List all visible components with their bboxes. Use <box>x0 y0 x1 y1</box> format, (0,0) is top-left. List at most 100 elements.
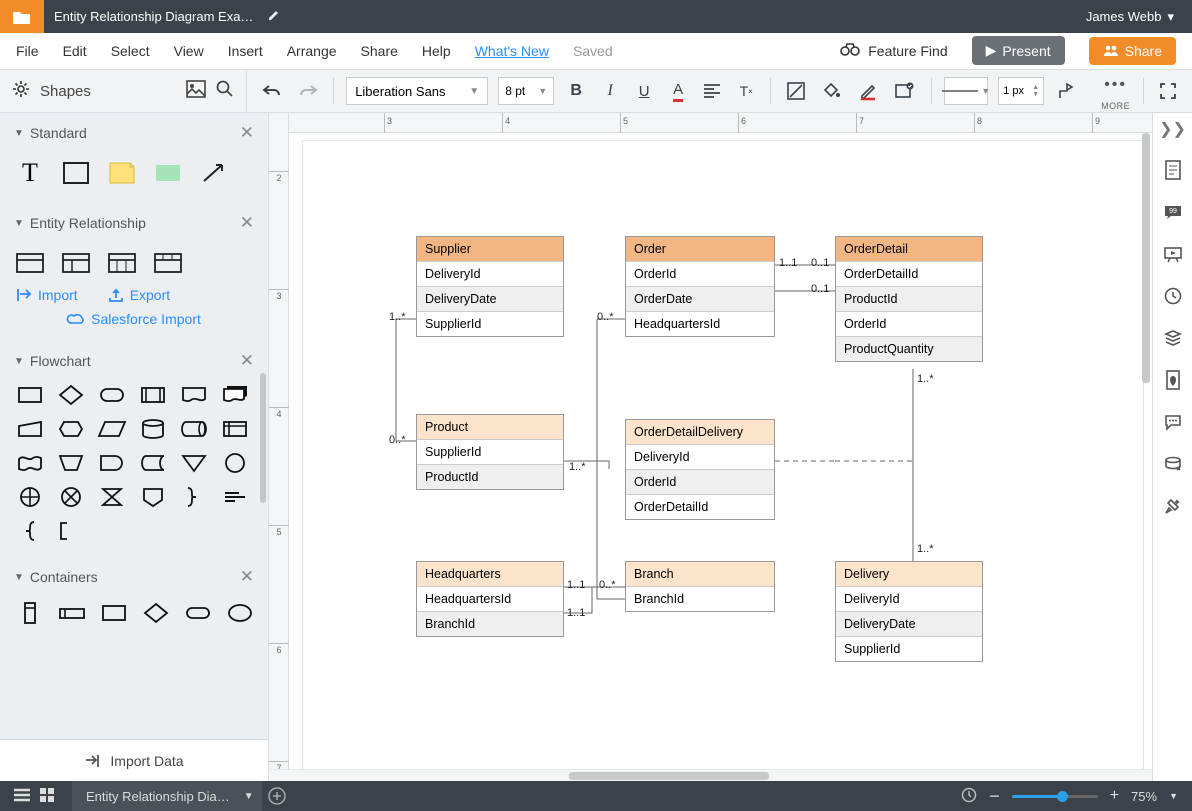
fc-stored-data[interactable] <box>139 451 167 475</box>
fc-manual-op[interactable] <box>57 451 85 475</box>
collapse-right-icon[interactable]: ❯❯ <box>1159 119 1186 139</box>
fullscreen-button[interactable] <box>1156 77 1180 105</box>
fc-manual-input[interactable] <box>16 417 44 441</box>
container-swimlane-h[interactable] <box>58 601 86 625</box>
share-button[interactable]: Share <box>1089 37 1176 65</box>
container-swimlane-v[interactable] <box>16 601 44 625</box>
block-shape[interactable] <box>154 161 182 185</box>
shapes-settings-icon[interactable] <box>12 80 30 103</box>
history-icon[interactable] <box>1162 285 1184 307</box>
er-table-3col[interactable] <box>108 251 136 275</box>
note-shape[interactable] <box>108 161 136 185</box>
menu-edit[interactable]: Edit <box>63 43 87 59</box>
fc-brace-left[interactable] <box>16 519 44 543</box>
menu-file[interactable]: File <box>16 43 39 59</box>
chat-icon[interactable] <box>1162 411 1184 433</box>
data-linking-icon[interactable] <box>1162 453 1184 475</box>
actions-icon[interactable] <box>1162 495 1184 517</box>
section-containers[interactable]: ▼ Containers ✕ <box>0 557 268 597</box>
er-export-link[interactable]: Export <box>108 287 170 303</box>
user-menu[interactable]: James Webb ▾ <box>1086 9 1192 25</box>
entity-supplier[interactable]: Supplier DeliveryId DeliveryDate Supplie… <box>416 236 564 337</box>
presentation-icon[interactable] <box>1162 243 1184 265</box>
present-button[interactable]: ▶ Present <box>972 36 1065 65</box>
container-pill[interactable] <box>184 601 212 625</box>
fc-internal-storage[interactable] <box>221 417 249 441</box>
add-page-button[interactable] <box>262 787 292 805</box>
container-rect[interactable] <box>100 601 128 625</box>
clear-format-button[interactable]: T× <box>734 77 758 105</box>
menu-insert[interactable]: Insert <box>228 43 263 59</box>
fc-connector[interactable] <box>221 451 249 475</box>
master-pages-icon[interactable] <box>1162 369 1184 391</box>
text-color-button[interactable]: A <box>666 77 690 105</box>
fc-terminator[interactable] <box>98 383 126 407</box>
entity-orderdetaildelivery[interactable]: OrderDetailDelivery DeliveryId OrderId O… <box>625 419 775 520</box>
menu-view[interactable]: View <box>174 43 204 59</box>
font-size-select[interactable]: 8 pt ▼ <box>498 77 554 105</box>
redo-button[interactable] <box>295 77 321 105</box>
zoom-out-button[interactable]: − <box>989 786 1000 807</box>
fc-paper-tape[interactable] <box>16 451 44 475</box>
layers-icon[interactable] <box>1162 327 1184 349</box>
document-title[interactable]: Entity Relationship Diagram Exa… <box>54 9 253 24</box>
fc-offpage[interactable] <box>139 485 167 509</box>
close-icon[interactable]: ✕ <box>240 351 254 371</box>
section-standard[interactable]: ▼ Standard ✕ <box>0 113 268 153</box>
zoom-in-button[interactable]: + <box>1110 787 1119 805</box>
fc-or[interactable] <box>16 485 44 509</box>
more-tools-button[interactable]: ••• <box>1100 71 1131 99</box>
section-flowchart[interactable]: ▼ Flowchart ✕ <box>0 341 268 381</box>
folder-icon[interactable] <box>0 0 44 33</box>
autosave-indicator-icon[interactable] <box>961 787 977 806</box>
italic-button[interactable]: I <box>598 77 622 105</box>
er-table-1col[interactable] <box>16 251 44 275</box>
er-import-link[interactable]: Import <box>16 287 78 303</box>
menu-share[interactable]: Share <box>361 43 398 59</box>
font-family-select[interactable]: Liberation Sans ▼ <box>346 77 488 105</box>
er-table-header-split[interactable] <box>154 251 182 275</box>
zoom-value[interactable]: 75% <box>1131 789 1157 804</box>
canvas-vertical-scrollbar[interactable] <box>1140 133 1152 769</box>
fc-multidoc[interactable] <box>221 383 249 407</box>
list-view-icon[interactable] <box>14 788 30 805</box>
rectangle-shape[interactable] <box>62 161 90 185</box>
entity-delivery[interactable]: Delivery DeliveryId DeliveryDate Supplie… <box>835 561 983 662</box>
salesforce-import-link[interactable]: Salesforce Import <box>67 311 201 327</box>
fc-database[interactable] <box>139 417 167 441</box>
close-icon[interactable]: ✕ <box>240 213 254 233</box>
fc-collate[interactable] <box>98 485 126 509</box>
page-tab[interactable]: Entity Relationship Dia… ▼ <box>72 781 262 811</box>
fc-note[interactable] <box>221 485 249 509</box>
fc-document[interactable] <box>180 383 208 407</box>
menu-select[interactable]: Select <box>111 43 150 59</box>
fc-process[interactable] <box>16 383 44 407</box>
border-color-button[interactable] <box>855 77 881 105</box>
menu-arrange[interactable]: Arrange <box>287 43 337 59</box>
entity-orderdetail[interactable]: OrderDetail OrderDetailId ProductId Orde… <box>835 236 983 362</box>
menu-help[interactable]: Help <box>422 43 451 59</box>
line-style-select[interactable]: ▼ <box>944 77 988 105</box>
entity-order[interactable]: Order OrderId OrderDate HeadquartersId <box>625 236 775 337</box>
grid-view-icon[interactable] <box>40 788 54 805</box>
fc-delay[interactable] <box>98 451 126 475</box>
undo-button[interactable] <box>259 77 285 105</box>
fill-color-button[interactable] <box>819 77 845 105</box>
zoom-slider[interactable] <box>1012 795 1098 798</box>
page[interactable]: Supplier DeliveryId DeliveryDate Supplie… <box>303 141 1143 781</box>
fc-summing[interactable] <box>57 485 85 509</box>
fc-annotation[interactable] <box>57 519 85 543</box>
chevron-down-icon[interactable]: ▼ <box>1169 791 1178 801</box>
menu-whatsnew[interactable]: What's New <box>475 43 549 59</box>
fc-predefined[interactable] <box>139 383 167 407</box>
line-width-select[interactable]: 1 px ▲▼ <box>998 77 1044 105</box>
container-circle[interactable] <box>226 601 254 625</box>
fc-preparation[interactable] <box>57 417 85 441</box>
er-table-2col[interactable] <box>62 251 90 275</box>
entity-product[interactable]: Product SupplierId ProductId <box>416 414 564 490</box>
close-icon[interactable]: ✕ <box>240 567 254 587</box>
arrow-shape[interactable] <box>200 161 228 185</box>
canvas-area[interactable]: 2 3 4 5 6 7 3 4 5 6 7 8 9 <box>269 113 1152 781</box>
fc-decision[interactable] <box>57 383 85 407</box>
search-shapes-icon[interactable] <box>216 80 234 103</box>
